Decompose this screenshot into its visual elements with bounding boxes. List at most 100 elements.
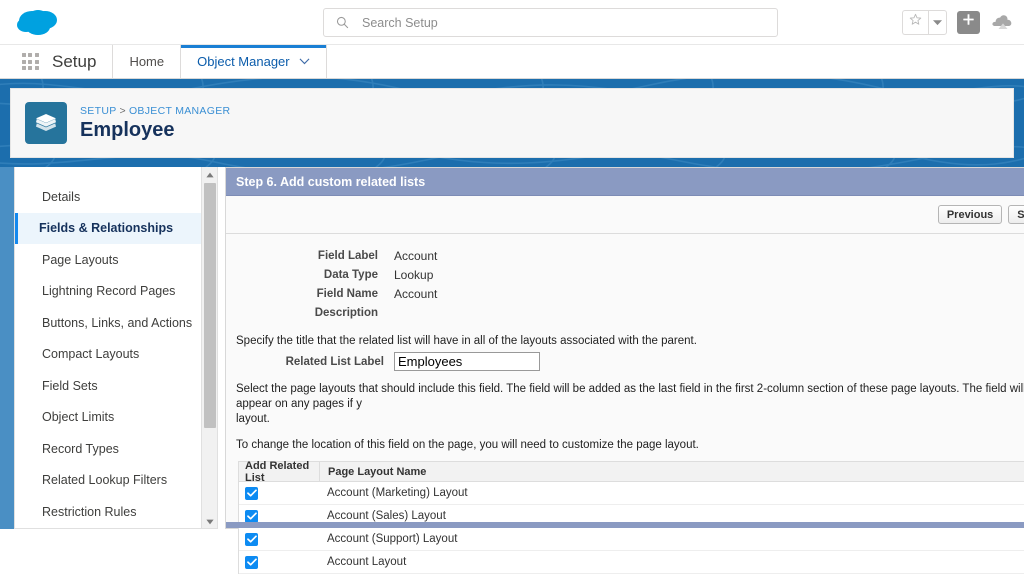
page-layout-name-cell: Account Layout [327,556,407,568]
sidebar-item-compact-layouts[interactable]: Compact Layouts [15,339,217,371]
sidebar-item-lightning-record-pages[interactable]: Lightning Record Pages [15,276,217,308]
sidebar-scrollbar[interactable] [201,167,217,528]
left-blue-rail [0,167,14,529]
page-layout-name-cell: Account (Support) Layout [327,533,458,545]
favorite-star-button[interactable] [902,9,928,35]
app-name: Setup [48,45,114,78]
tab-home-label: Home [129,54,165,69]
favorite-dropdown-button[interactable] [928,9,947,35]
page-title: Employee [80,118,175,141]
header-actions [902,9,1016,35]
sidebar-item-label: Record Types [42,441,119,456]
sidebar-item-page-layouts[interactable]: Page Layouts [15,244,217,276]
user-avatar[interactable] [990,9,1016,35]
field-name-value: Account [394,286,438,301]
page-header-card: SETUP > OBJECT MANAGER Employee [10,88,1014,158]
add-related-list-checkbox[interactable] [245,509,258,523]
sidebar-item-fields-and-relationships[interactable]: Fields & Relationships [15,212,217,244]
sidebar-scrollbar-thumb[interactable] [203,183,216,428]
sidebar-item-field-sets[interactable]: Field Sets [15,370,217,402]
page-header-text: SETUP > OBJECT MANAGER Employee [80,105,230,142]
tab-object-manager[interactable]: Object Manager [181,45,327,78]
global-header [0,0,1024,45]
sidebar-item-label: Lightning Record Pages [42,284,176,299]
row-checkbox-cell [239,555,319,569]
wizard-button-row-top: Previous Save & N [226,196,1024,234]
sidebar-list: Details Fields & Relationships Page Layo… [15,167,217,528]
save-and-new-button[interactable]: Save & N [1008,205,1024,224]
panel-footer-strip [226,522,1024,528]
step-header: Step 6. Add custom related lists [226,168,1024,196]
field-label-label: Field Label [317,249,378,262]
sidebar-item-record-types[interactable]: Record Types [15,433,217,465]
page-layout-instructions: Select the page layouts that should incl… [226,382,1024,427]
related-list-intro: Specify the title that the related list … [236,335,697,347]
previous-button[interactable]: Previous [937,205,1003,224]
star-icon [909,13,922,31]
column-header-add-related-list: Add Related List [245,459,310,484]
breadcrumb-object-manager-link[interactable]: OBJECT MANAGER [129,105,230,117]
object-sidebar: Details Fields & Relationships Page Layo… [14,167,218,529]
sidebar-item-label: Field Sets [42,378,98,393]
related-list-label-input[interactable] [394,352,540,371]
sidebar-item-object-limits[interactable]: Object Limits [15,402,217,434]
page-layout-instructions-line2: layout. [236,413,270,425]
page-layout-name-cell: Account (Marketing) Layout [327,487,468,499]
waffle-grid-icon [21,53,39,70]
field-summary: Field Label Account Data Type Lookup Fie… [226,246,1024,322]
column-header-page-layout-name: Page Layout Name [319,462,1024,481]
field-summary-row: Field Label Account [226,246,1024,265]
related-list-label-row: Related List Label [226,352,1024,371]
row-checkbox-cell [239,486,319,500]
chevron-down-icon [299,58,310,65]
sidebar-item-label: Buttons, Links, and Actions [42,315,193,330]
add-related-list-checkbox[interactable] [245,555,258,569]
sidebar-item-label: Compact Layouts [42,347,140,362]
sidebar-item-label: Fields & Relationships [39,221,174,236]
field-summary-row: Description [226,303,1024,322]
field-summary-row: Field Name Account [226,284,1024,303]
scroll-down-arrow-icon[interactable] [202,514,217,528]
data-type-value: Lookup [394,267,434,282]
sidebar-item-buttons-links-and-actions[interactable]: Buttons, Links, and Actions [15,307,217,339]
step-title: Step 6. Add custom related lists [236,174,426,189]
row-checkbox-cell [239,509,319,523]
sidebar-item-label: Details [42,189,81,204]
breadcrumb-separator: > [119,104,126,117]
app-launcher-button[interactable] [12,45,48,78]
search-input[interactable] [350,15,777,30]
content-area: Details Fields & Relationships Page Layo… [0,167,1024,574]
sidebar-item-label: Restriction Rules [42,504,137,519]
sidebar-item-related-lookup-filters[interactable]: Related Lookup Filters [15,465,217,497]
sidebar-item-restriction-rules[interactable]: Restriction Rules [15,496,217,528]
search-icon [336,16,350,30]
salesforce-cloud-logo[interactable] [12,5,68,39]
tab-object-manager-label: Object Manager [197,54,290,69]
setup-nav-bar: Setup Home Object Manager [0,45,1024,79]
breadcrumb-setup-link[interactable]: SETUP [80,105,117,117]
plus-icon [962,13,975,31]
table-row: Account (Marketing) Layout [239,482,1024,505]
favorites-group[interactable] [902,9,947,35]
breadcrumb: SETUP > OBJECT MANAGER [80,105,230,117]
add-related-list-checkbox[interactable] [245,486,258,500]
field-name-label: Field Name [316,287,378,300]
description-label: Description [314,306,378,319]
sidebar-item-details[interactable]: Details [15,181,217,213]
row-checkbox-cell [239,532,319,546]
table-header-row: Add Related List Page Layout Name [239,459,1024,484]
sidebar-item-label: Object Limits [42,410,115,425]
column-gap [218,167,225,529]
table-row: Account (Support) Layout [239,528,1024,551]
global-search[interactable] [323,8,778,37]
related-list-label-text: Related List Label [285,355,384,368]
add-button[interactable] [957,10,980,34]
page-layout-instructions-line1: Select the page layouts that should incl… [236,383,1024,410]
field-wizard-panel: Step 6. Add custom related lists Previou… [225,167,1024,574]
field-summary-row: Data Type Lookup [226,265,1024,284]
layers-stack-icon [25,102,67,144]
tab-home[interactable]: Home [113,45,182,78]
scroll-up-arrow-icon[interactable] [202,167,217,182]
data-type-label: Data Type [323,268,378,281]
add-related-list-checkbox[interactable] [245,532,258,546]
